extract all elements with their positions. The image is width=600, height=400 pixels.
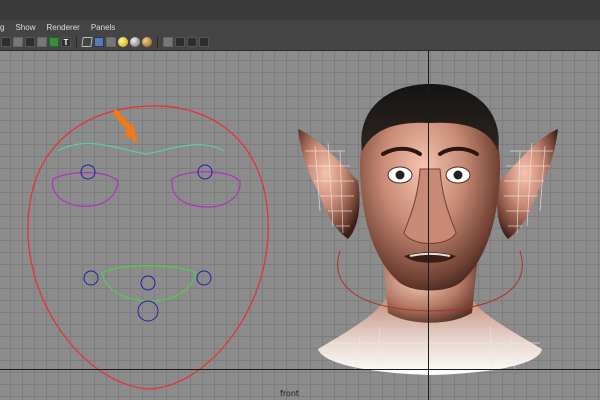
left-ear (298, 129, 360, 239)
left-mouth-corner-control-circle[interactable] (83, 270, 99, 286)
left-pupil (395, 170, 405, 180)
vertical-axis-line (428, 51, 429, 400)
film-gate-icon[interactable] (49, 37, 59, 47)
menu-item-panels[interactable]: Panels (86, 23, 121, 32)
viewport-scene (27, 84, 558, 390)
node-hierarchy-icon[interactable] (199, 37, 209, 47)
camera-attributes-icon[interactable] (1, 37, 11, 47)
grid-icon[interactable] (37, 37, 47, 47)
all-lights-icon[interactable] (130, 37, 140, 47)
wireframe-cube-icon[interactable] (81, 37, 93, 47)
jaw-control-circle[interactable] (137, 300, 159, 322)
wireframe-on-shaded-icon[interactable] (106, 37, 116, 47)
right-ear (497, 129, 558, 239)
isolate-select-icon[interactable] (163, 37, 173, 47)
mouth-center-control-circle[interactable] (140, 275, 156, 291)
xray-joints-icon[interactable] (187, 37, 197, 47)
toolbar-separator (76, 36, 77, 48)
bookmarks-icon[interactable] (13, 37, 23, 47)
panel-toolbar: T (0, 34, 600, 51)
smooth-shade-icon[interactable] (94, 37, 104, 47)
window-title-bar (0, 0, 600, 21)
menu-item-show[interactable]: Show (10, 23, 41, 32)
image-plane-icon[interactable] (25, 37, 35, 47)
horizontal-axis-line (0, 369, 600, 370)
shadows-icon[interactable] (142, 37, 152, 47)
right-mouth-corner-control-circle[interactable] (196, 270, 212, 286)
menu-item-view[interactable]: g (0, 23, 10, 32)
text-toggle-button[interactable]: T (61, 37, 71, 47)
mouth-loop[interactable] (101, 264, 197, 302)
camera-label: front (280, 389, 300, 398)
xray-icon[interactable] (175, 37, 185, 47)
toolbar-separator (157, 36, 158, 48)
default-light-icon[interactable] (118, 37, 128, 47)
panel-menu-bar: g Show Renderer Panels (0, 20, 600, 34)
arrow-icon (113, 110, 138, 143)
menu-item-renderer[interactable]: Renderer (41, 23, 85, 32)
right-pupil (453, 170, 463, 180)
brow-curve[interactable] (57, 143, 225, 155)
front-viewport[interactable]: front (0, 51, 600, 400)
text-toggle-label: T (63, 38, 69, 47)
left-eye-loop[interactable] (51, 171, 119, 207)
right-eye-loop[interactable] (171, 171, 241, 208)
